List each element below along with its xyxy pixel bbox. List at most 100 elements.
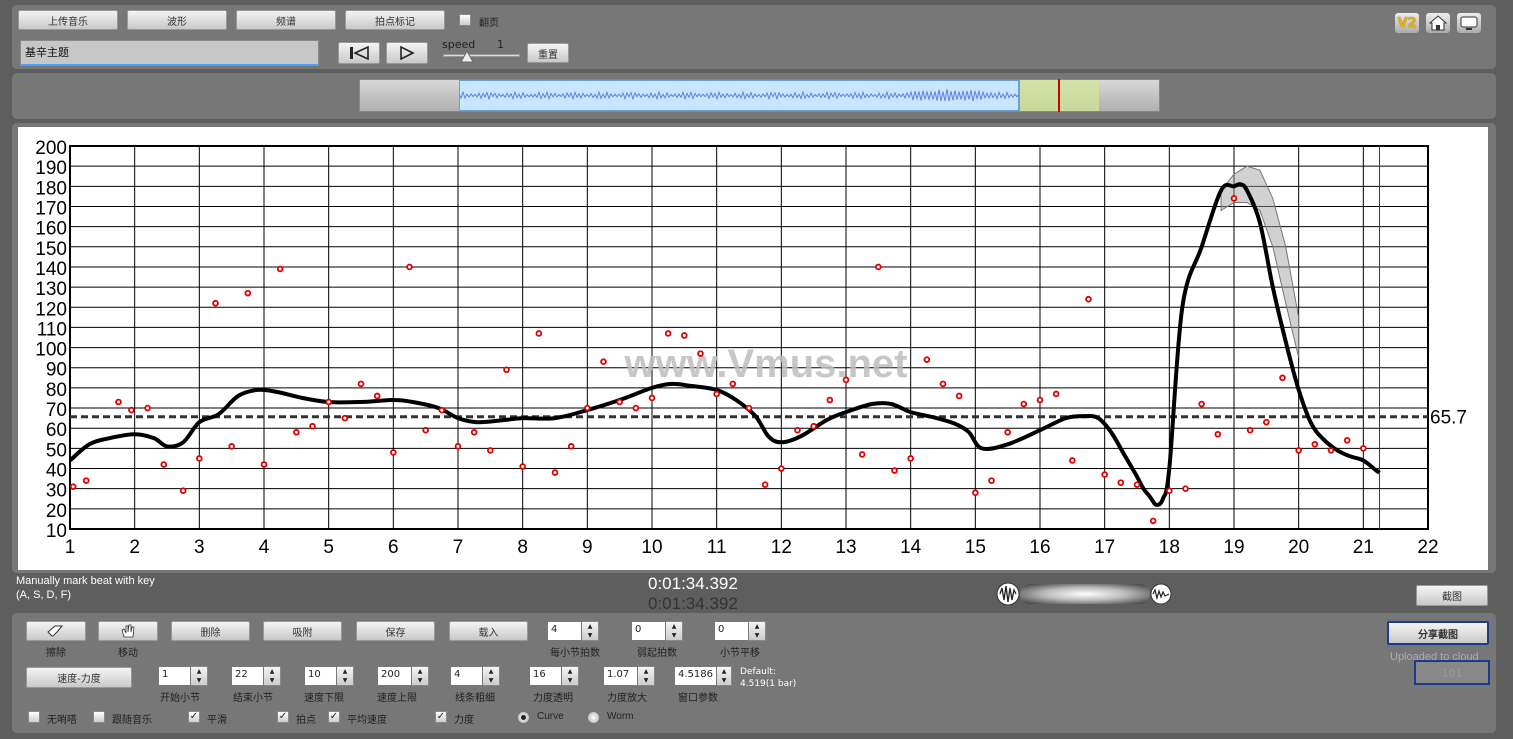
worm-radio[interactable] bbox=[587, 711, 600, 724]
tempo-max-stepper[interactable]: 200 ▲ ▼ bbox=[377, 666, 429, 686]
dyn-scale-label: 力度放大 bbox=[607, 693, 647, 704]
window-arrows[interactable]: ▲ ▼ bbox=[717, 666, 732, 686]
waveform-small-icon bbox=[996, 582, 1020, 606]
share-screenshot-button[interactable]: 分享截图 bbox=[1387, 621, 1489, 645]
beat-point bbox=[664, 330, 672, 337]
beats-per-bar-stepper[interactable]: 4 ▲ ▼ bbox=[547, 621, 599, 641]
end-bar-arrows[interactable]: ▲ ▼ bbox=[264, 666, 281, 686]
dynamics-checkbox[interactable]: ✓ bbox=[435, 711, 447, 723]
flip-page-label: 翻页 bbox=[479, 18, 499, 29]
window-value[interactable]: 4.5186 bbox=[674, 666, 717, 686]
fullscreen-button[interactable] bbox=[1456, 12, 1482, 34]
line-width-arrows[interactable]: ▲ ▼ bbox=[483, 666, 500, 686]
beat-points-checkbox[interactable]: ✓ bbox=[277, 711, 289, 723]
line-width-value[interactable]: 4 bbox=[450, 666, 483, 686]
bar-shift-label: 小节平移 bbox=[720, 648, 760, 659]
flip-page-checkbox[interactable] bbox=[459, 14, 471, 26]
y-tick-label: 60 bbox=[46, 420, 67, 441]
mode-button[interactable]: 速度-力度 bbox=[26, 667, 132, 688]
x-tick-label: 21 bbox=[1353, 537, 1374, 558]
beats-per-bar-value[interactable]: 4 bbox=[547, 621, 582, 641]
beat-point bbox=[341, 414, 349, 422]
beat-point bbox=[1230, 195, 1238, 202]
end-bar-label: 结束小节 bbox=[233, 693, 273, 704]
title-input[interactable]: 基辛主题 bbox=[20, 40, 319, 66]
hint-line-2: (A, S, D, F) bbox=[16, 589, 71, 601]
smooth-checkbox[interactable]: ✓ bbox=[188, 711, 200, 723]
erase-button[interactable] bbox=[26, 621, 86, 641]
tempo-min-arrows[interactable]: ▲ ▼ bbox=[337, 666, 354, 686]
bar-shift-stepper[interactable]: 0 ▲ ▼ bbox=[714, 621, 766, 641]
watermark-text: www.Vmus.net bbox=[623, 342, 907, 386]
end-bar-stepper[interactable]: 22 ▲ ▼ bbox=[231, 666, 281, 686]
start-bar-stepper[interactable]: 1 ▲ ▼ bbox=[158, 666, 208, 686]
waveform-button[interactable]: 波形 bbox=[127, 10, 227, 30]
upload-music-button[interactable]: 上传音乐 bbox=[18, 10, 118, 30]
tempo-max-value[interactable]: 200 bbox=[377, 666, 412, 686]
beat-point bbox=[988, 477, 995, 484]
bar-shift-value[interactable]: 0 bbox=[714, 621, 749, 641]
move-button[interactable] bbox=[98, 621, 158, 641]
start-bar-value[interactable]: 1 bbox=[158, 666, 191, 686]
x-tick-label: 20 bbox=[1288, 537, 1309, 558]
tempo-chart[interactable]: 1020304050607080901001101201301401501601… bbox=[18, 127, 1488, 570]
dynamics-slider[interactable] bbox=[996, 582, 1172, 606]
dyn-scale-value[interactable]: 1.07 bbox=[603, 666, 638, 686]
line-width-stepper[interactable]: 4 ▲ ▼ bbox=[450, 666, 500, 686]
tempo-min-label: 速度下限 bbox=[304, 693, 344, 704]
window-stepper[interactable]: 4.5186 ▲ ▼ bbox=[674, 666, 732, 686]
cloud-id-value: 101 bbox=[1441, 667, 1463, 680]
beat-point bbox=[1133, 481, 1141, 488]
skip-start-button[interactable] bbox=[338, 42, 380, 64]
waveform-overview[interactable] bbox=[359, 79, 1160, 112]
avg-tempo-checkbox[interactable]: ✓ bbox=[328, 711, 340, 723]
pickup-stepper[interactable]: 0 ▲ ▼ bbox=[631, 621, 683, 641]
y-tick-label: 40 bbox=[46, 461, 67, 482]
version-badge[interactable]: V2 bbox=[1394, 12, 1420, 34]
cloud-id-field[interactable]: 101 bbox=[1414, 660, 1490, 685]
end-bar-value[interactable]: 22 bbox=[231, 666, 264, 686]
dyn-alpha-stepper[interactable]: 16 ▲ ▼ bbox=[529, 666, 579, 686]
tempo-max-arrows[interactable]: ▲ ▼ bbox=[412, 666, 429, 686]
y-tick-label: 110 bbox=[37, 319, 67, 340]
x-tick-label: 17 bbox=[1094, 537, 1115, 558]
beat-point bbox=[422, 426, 429, 434]
dyn-alpha-value[interactable]: 16 bbox=[529, 666, 562, 686]
beats-per-bar-arrows[interactable]: ▲ ▼ bbox=[582, 621, 599, 641]
beat-point bbox=[972, 489, 979, 497]
speed-slider-track[interactable] bbox=[443, 54, 520, 57]
tempo-min-stepper[interactable]: 10 ▲ ▼ bbox=[304, 666, 354, 686]
beat-point bbox=[826, 396, 834, 404]
reset-button[interactable]: 重置 bbox=[527, 43, 569, 63]
speed-slider-thumb[interactable] bbox=[461, 51, 473, 63]
dyn-scale-arrows[interactable]: ▲ ▼ bbox=[638, 666, 655, 686]
pickup-arrows[interactable]: ▲ ▼ bbox=[666, 621, 683, 641]
follow-music-checkbox[interactable] bbox=[93, 711, 105, 723]
y-tick-label: 80 bbox=[46, 380, 67, 401]
no-beats-label: 无哨嗒 bbox=[47, 715, 77, 726]
delete-button[interactable]: 删除 bbox=[171, 621, 250, 641]
curve-radio[interactable] bbox=[517, 711, 530, 724]
bar-shift-arrows[interactable]: ▲ ▼ bbox=[749, 621, 766, 641]
save-button[interactable]: 保存 bbox=[356, 621, 435, 641]
screenshot-button[interactable]: 截图 bbox=[1416, 585, 1488, 606]
dynamics-slider-track[interactable] bbox=[1020, 584, 1150, 604]
tempo-max-label: 速度上限 bbox=[377, 693, 417, 704]
beat-point bbox=[69, 483, 77, 490]
beat-point bbox=[1101, 471, 1108, 478]
play-button[interactable] bbox=[386, 42, 428, 64]
pickup-value[interactable]: 0 bbox=[631, 621, 666, 641]
load-button[interactable]: 载入 bbox=[449, 621, 528, 641]
dyn-alpha-arrows[interactable]: ▲ ▼ bbox=[562, 666, 579, 686]
playhead-marker[interactable] bbox=[1058, 79, 1060, 112]
dyn-scale-stepper[interactable]: 1.07 ▲ ▼ bbox=[603, 666, 655, 686]
snap-button[interactable]: 吸附 bbox=[263, 621, 342, 641]
home-button[interactable] bbox=[1425, 12, 1451, 34]
hand-icon bbox=[121, 624, 135, 638]
spectrum-button[interactable]: 频谱 bbox=[236, 10, 336, 30]
beat-mark-button[interactable]: 拍点标记 bbox=[345, 10, 445, 30]
x-tick-label: 16 bbox=[1029, 537, 1050, 558]
start-bar-arrows[interactable]: ▲ ▼ bbox=[191, 666, 208, 686]
tempo-min-value[interactable]: 10 bbox=[304, 666, 337, 686]
no-beats-checkbox[interactable] bbox=[28, 711, 40, 723]
